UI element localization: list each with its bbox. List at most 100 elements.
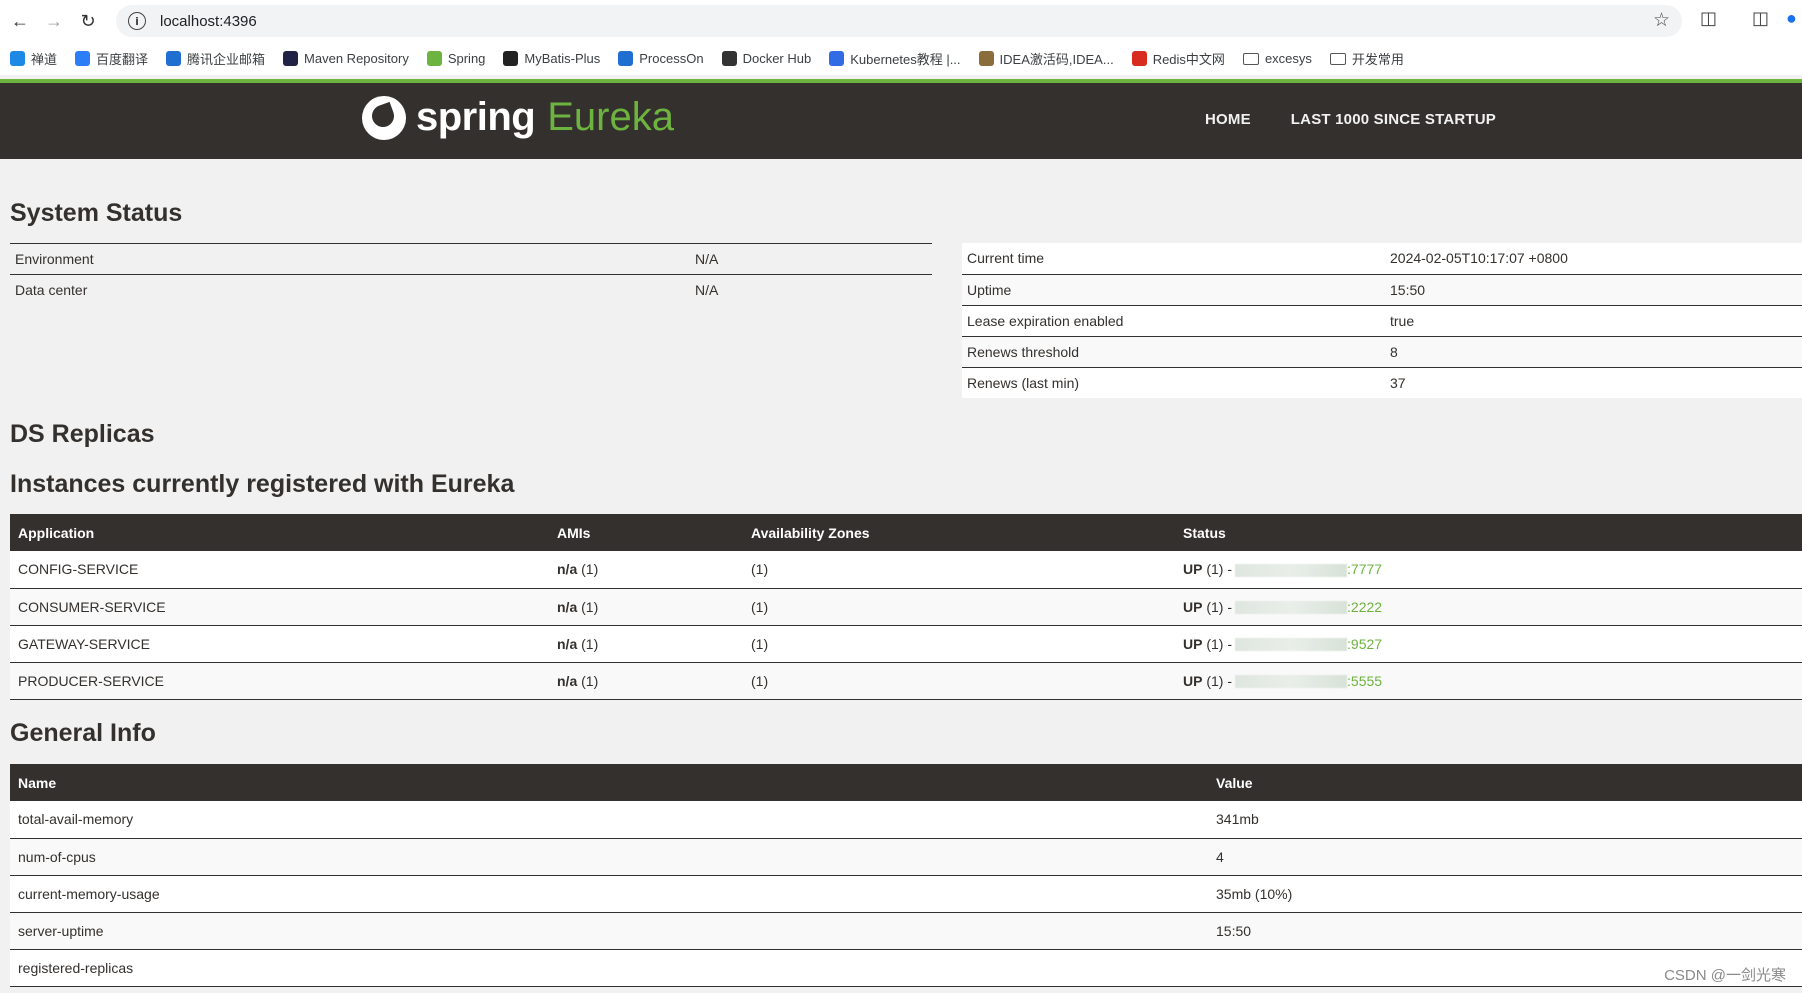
profile-icon[interactable]: ● bbox=[1786, 8, 1797, 29]
bookmark-item[interactable]: MyBatis-Plus bbox=[503, 51, 600, 66]
ami-value: n/a bbox=[557, 635, 578, 652]
baidu-translate-icon bbox=[75, 51, 91, 66]
status-count: (1) - bbox=[1206, 561, 1233, 578]
table-header-row: Application AMIs Availability Zones Stat… bbox=[10, 514, 1802, 551]
bookmark-item[interactable]: Spring bbox=[426, 51, 486, 66]
status-key: Renews (last min) bbox=[962, 367, 1385, 398]
side-panel-icon[interactable]: ◫ bbox=[1752, 8, 1769, 29]
instance-link[interactable]: :7777 bbox=[1347, 561, 1382, 577]
column-header: Status bbox=[1175, 514, 1802, 551]
bookmark-star-icon[interactable]: ☆ bbox=[1653, 9, 1670, 32]
nav-home-link[interactable]: HOME bbox=[1205, 111, 1251, 128]
bookmark-item[interactable]: IDEA激活码,IDEA... bbox=[978, 49, 1114, 68]
idea-person-icon bbox=[978, 51, 994, 66]
table-row: CONFIG-SERVICE n/a (1) (1) UP (1) -:7777 bbox=[10, 551, 1802, 589]
bookmark-item[interactable]: Maven Repository bbox=[283, 51, 409, 66]
bookmark-item[interactable]: Docker Hub bbox=[721, 51, 811, 66]
status-count: (1) - bbox=[1206, 672, 1233, 689]
back-arrow-icon[interactable]: ← bbox=[6, 7, 34, 35]
mybatis-bird-icon bbox=[503, 51, 519, 66]
instance-link[interactable]: :5555 bbox=[1347, 673, 1382, 689]
info-value: 4 bbox=[1208, 838, 1802, 876]
system-status-left-table: Environment N/A Data center N/A bbox=[10, 243, 932, 306]
application-name: GATEWAY-SERVICE bbox=[10, 625, 549, 663]
bookmark-item[interactable]: excesys bbox=[1242, 51, 1312, 66]
ami-count: (1) bbox=[581, 598, 599, 615]
forward-arrow-icon[interactable]: → bbox=[40, 7, 68, 35]
column-header: Application bbox=[10, 514, 549, 551]
bookmark-item[interactable]: ProcessOn bbox=[618, 51, 704, 66]
folder-icon bbox=[1329, 52, 1346, 65]
zentao-icon bbox=[10, 51, 25, 66]
spring-leaf-icon bbox=[362, 95, 406, 140]
table-row: total-avail-memory 341mb bbox=[10, 801, 1802, 839]
info-name: total-avail-memory bbox=[10, 801, 1208, 839]
bookmark-item[interactable]: Kubernetes教程 |... bbox=[829, 49, 961, 68]
table-row: CONSUMER-SERVICE n/a (1) (1) UP (1) -:2222 bbox=[10, 588, 1802, 626]
bookmark-label: Spring bbox=[447, 51, 486, 66]
bookmark-label: 开发常用 bbox=[1351, 52, 1404, 67]
nav-last-1000-link[interactable]: LAST 1000 SINCE STARTUP bbox=[1291, 111, 1496, 128]
application-name-text: PRODUCER-SERVICE bbox=[18, 672, 164, 689]
status-value: true bbox=[1385, 305, 1802, 337]
instance-link[interactable]: :9527 bbox=[1347, 636, 1382, 652]
site-info-icon[interactable]: i bbox=[128, 12, 146, 30]
application-name: CONSUMER-SERVICE bbox=[10, 588, 549, 626]
ami-cell: n/a (1) bbox=[549, 662, 743, 700]
redacted-host bbox=[1235, 638, 1348, 652]
status-cell: UP (1) - :5555 bbox=[1175, 662, 1802, 700]
ami-value: n/a bbox=[557, 672, 578, 689]
bookmark-item[interactable]: 百度翻译 bbox=[75, 49, 148, 68]
info-name: server-uptime bbox=[10, 912, 1208, 950]
info-value: 341mb bbox=[1208, 801, 1802, 839]
bookmark-item[interactable]: 腾讯企业邮箱 bbox=[166, 49, 265, 68]
ds-replicas-title: DS Replicas bbox=[10, 420, 155, 448]
info-value: 15:50 bbox=[1208, 912, 1802, 950]
status-count: (1) - bbox=[1206, 635, 1233, 652]
status-up: UP bbox=[1183, 672, 1203, 689]
table-row: current-memory-usage 35mb (10%) bbox=[10, 875, 1802, 913]
status-value: 2024-02-05T10:17:07 +0800 bbox=[1385, 243, 1802, 275]
bookmark-label: 腾讯企业邮箱 bbox=[187, 52, 266, 67]
bookmark-label: Redis中文网 bbox=[1152, 52, 1225, 67]
table-row: Renews (last min) 37 bbox=[962, 367, 1802, 398]
status-value: 37 bbox=[1385, 367, 1802, 398]
application-name: PRODUCER-SERVICE bbox=[10, 662, 549, 700]
bookmark-item[interactable]: 开发常用 bbox=[1329, 49, 1404, 68]
table-row: num-of-cpus 4 bbox=[10, 838, 1802, 876]
status-up: UP bbox=[1183, 598, 1203, 615]
ami-count: (1) bbox=[581, 561, 599, 578]
table-row: Data center N/A bbox=[10, 274, 932, 306]
redacted-host bbox=[1235, 564, 1348, 578]
status-up: UP bbox=[1183, 635, 1203, 652]
info-name: num-of-cpus bbox=[10, 838, 1208, 876]
spring-eureka-logo[interactable]: spring Eureka bbox=[362, 95, 674, 140]
bookmark-label: ProcessOn bbox=[639, 51, 704, 66]
bookmark-label: IDEA激活码,IDEA... bbox=[999, 52, 1114, 67]
status-cell: UP (1) - :9527 bbox=[1175, 625, 1802, 663]
status-count: (1) - bbox=[1206, 598, 1233, 615]
ami-cell: n/a (1) bbox=[549, 625, 743, 663]
status-key: Lease expiration enabled bbox=[962, 305, 1385, 337]
application-name-text: GATEWAY-SERVICE bbox=[18, 635, 150, 652]
instances-table: Application AMIs Availability Zones Stat… bbox=[10, 514, 1802, 700]
instance-link[interactable]: :2222 bbox=[1347, 599, 1382, 615]
logo-eureka-text: Eureka bbox=[547, 95, 674, 139]
reload-icon[interactable]: ↻ bbox=[74, 7, 102, 35]
status-key: Data center bbox=[10, 274, 690, 306]
zones-cell: (1) bbox=[743, 662, 1175, 700]
address-bar[interactable]: i localhost:4396 ☆ bbox=[116, 5, 1682, 37]
url-text[interactable]: localhost:4396 bbox=[160, 13, 257, 30]
extensions-icon[interactable]: ◫ bbox=[1700, 8, 1717, 29]
browser-toolbar: ← → ↻ i localhost:4396 ☆ ◫ ◫ ● bbox=[0, 0, 1802, 42]
logo-spring-text: spring bbox=[416, 95, 536, 139]
table-row: Lease expiration enabled true bbox=[962, 305, 1802, 337]
table-row: Uptime 15:50 bbox=[962, 274, 1802, 306]
folder-icon bbox=[1242, 52, 1259, 65]
general-info-title: General Info bbox=[10, 719, 156, 747]
bookmark-item[interactable]: 禅道 bbox=[10, 49, 57, 68]
ami-value: n/a bbox=[557, 561, 578, 578]
bookmark-item[interactable]: Redis中文网 bbox=[1131, 49, 1225, 68]
ami-count: (1) bbox=[581, 635, 599, 652]
zones-cell: (1) bbox=[743, 588, 1175, 626]
